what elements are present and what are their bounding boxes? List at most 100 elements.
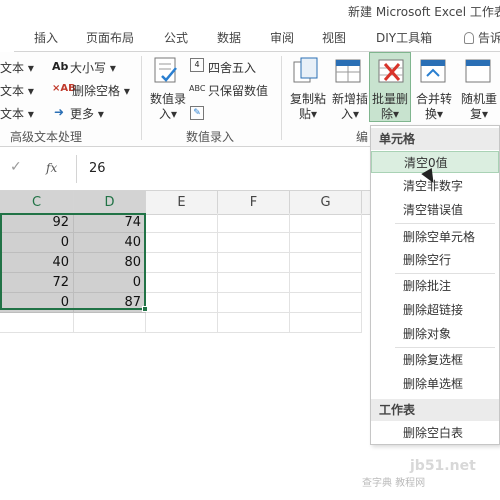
cell[interactable] [146, 273, 218, 293]
enter-check-icon[interactable]: ✓ [10, 159, 22, 175]
cell[interactable]: 40 [0, 253, 74, 273]
menu-header-sheet: 工作表 [371, 399, 499, 421]
cell[interactable]: 0 [0, 293, 74, 313]
cell[interactable] [218, 313, 290, 333]
cell[interactable]: 0 [0, 233, 74, 253]
cell[interactable] [290, 273, 362, 293]
cell[interactable] [218, 213, 290, 233]
random-icon [465, 59, 491, 83]
col-header-e[interactable]: E [146, 191, 218, 215]
cell[interactable] [146, 233, 218, 253]
insert-new-icon [335, 59, 361, 83]
tell-me-box[interactable]: 告诉 [464, 29, 500, 46]
cell[interactable]: 92 [0, 213, 74, 233]
random-button[interactable]: 随机重复▾ [458, 92, 500, 122]
cell[interactable] [218, 253, 290, 273]
menu-item-clear-error[interactable]: 清空错误值 [371, 199, 499, 221]
cell[interactable]: 74 [74, 213, 146, 233]
tab-review[interactable]: 审阅 [270, 29, 294, 46]
batch-delete-icon [378, 59, 404, 83]
ribbon-separator [281, 56, 282, 140]
menu-divider [395, 223, 495, 224]
cell[interactable] [218, 273, 290, 293]
merge-convert-icon [420, 59, 446, 83]
tab-home-partial[interactable] [0, 22, 14, 52]
col-header-f[interactable]: F [218, 191, 290, 215]
fill-handle[interactable] [142, 306, 148, 312]
cell[interactable] [74, 313, 146, 333]
cell[interactable] [146, 253, 218, 273]
text-item-3[interactable]: 文本 ▾ [0, 105, 34, 122]
text-item-2[interactable]: 文本 ▾ [0, 82, 34, 99]
value-input-icon [154, 57, 177, 83]
menu-item-delete-objects[interactable]: 删除对象 [371, 323, 499, 345]
cell[interactable] [146, 213, 218, 233]
menu-item-delete-hyperlinks[interactable]: 删除超链接 [371, 299, 499, 321]
more-button[interactable]: 更多 ▾ [70, 105, 104, 122]
upper-lower-button[interactable]: 大小写 ▾ [70, 59, 116, 76]
ribbon-tabs: 插入 页面布局 公式 数据 审阅 视图 DIY工具箱 告诉 [0, 22, 500, 52]
ribbon-separator [141, 56, 142, 140]
tab-data[interactable]: 数据 [217, 29, 241, 46]
tab-diy-toolbox[interactable]: DIY工具箱 [376, 29, 432, 46]
text-item-1[interactable]: 文本 ▾ [0, 59, 34, 76]
copy-paste-icon [293, 57, 318, 83]
window-title: 新建 Microsoft Excel 工作表 [348, 5, 500, 19]
fx-icon[interactable]: fx [46, 161, 57, 175]
group-label-number: 数值录入 [186, 130, 235, 144]
cell[interactable]: 40 [74, 233, 146, 253]
batch-delete-label: 批量删除▾ [371, 92, 408, 121]
title-bar: 新建 Microsoft Excel 工作表 [0, 0, 500, 22]
cell[interactable] [290, 213, 362, 233]
remove-space-button[interactable]: 删除空格 ▾ [72, 82, 130, 99]
group-label-edit: 编 [356, 130, 369, 144]
cell[interactable]: 72 [0, 273, 74, 293]
cell[interactable]: 87 [74, 293, 146, 313]
watermark-subtext: 查字典 教程网 [362, 478, 426, 489]
menu-item-delete-checkboxes[interactable]: 删除复选框 [371, 349, 499, 371]
group-label-text: 高级文本处理 [10, 130, 83, 144]
cell[interactable] [290, 293, 362, 313]
menu-item-delete-blank-sheets[interactable]: 删除空白表 [371, 422, 499, 444]
cell[interactable] [290, 253, 362, 273]
menu-item-delete-comments[interactable]: 删除批注 [371, 275, 499, 297]
col-header-g[interactable]: G [290, 191, 362, 215]
watermark-text: jb51.net [410, 458, 476, 474]
menu-divider [395, 273, 495, 274]
copy-paste-button[interactable]: 复制粘贴▾ [288, 92, 328, 122]
menu-item-clear-zero[interactable]: 清空0值 [371, 151, 499, 173]
col-header-d[interactable]: D [74, 191, 146, 215]
cell[interactable] [218, 233, 290, 253]
menu-item-delete-empty-cells[interactable]: 删除空单元格 [371, 226, 499, 248]
tab-view[interactable]: 视图 [322, 29, 346, 46]
menu-item-delete-radio-buttons[interactable]: 删除单选框 [371, 373, 499, 395]
lightbulb-icon [464, 32, 474, 44]
ab-case-icon: Ab [52, 60, 69, 73]
keep-value-button[interactable]: 只保留数值 [208, 82, 268, 99]
cell[interactable] [146, 293, 218, 313]
tab-formulas[interactable]: 公式 [164, 29, 188, 46]
cell[interactable] [0, 313, 74, 333]
cell[interactable] [290, 313, 362, 333]
cell[interactable] [290, 233, 362, 253]
round-button[interactable]: 四舍五入 [208, 59, 256, 76]
tab-page-layout[interactable]: 页面布局 [86, 29, 134, 46]
cell[interactable]: 80 [74, 253, 146, 273]
tab-insert[interactable]: 插入 [34, 29, 58, 46]
menu-divider [395, 347, 495, 348]
menu-item-delete-empty-rows[interactable]: 删除空行 [371, 249, 499, 271]
arrow-right-icon: ➜ [54, 105, 65, 119]
col-header-c[interactable]: C [0, 191, 74, 215]
merge-convert-button[interactable]: 合并转换▾ [414, 92, 454, 122]
insert-new-button[interactable]: 新增插入▾ [330, 92, 370, 122]
cell[interactable]: 0 [74, 273, 146, 293]
round-icon: 4 [190, 58, 204, 72]
cell[interactable] [218, 293, 290, 313]
value-input-button[interactable]: 数值录入▾ [148, 92, 188, 122]
keep-value-icon: ABC [189, 84, 206, 93]
cell[interactable] [146, 313, 218, 333]
edit-icon[interactable]: ✎ [190, 106, 204, 120]
formula-value: 26 [89, 161, 106, 176]
tell-me-label: 告诉 [478, 31, 500, 45]
menu-header-cell: 单元格 [371, 128, 499, 150]
